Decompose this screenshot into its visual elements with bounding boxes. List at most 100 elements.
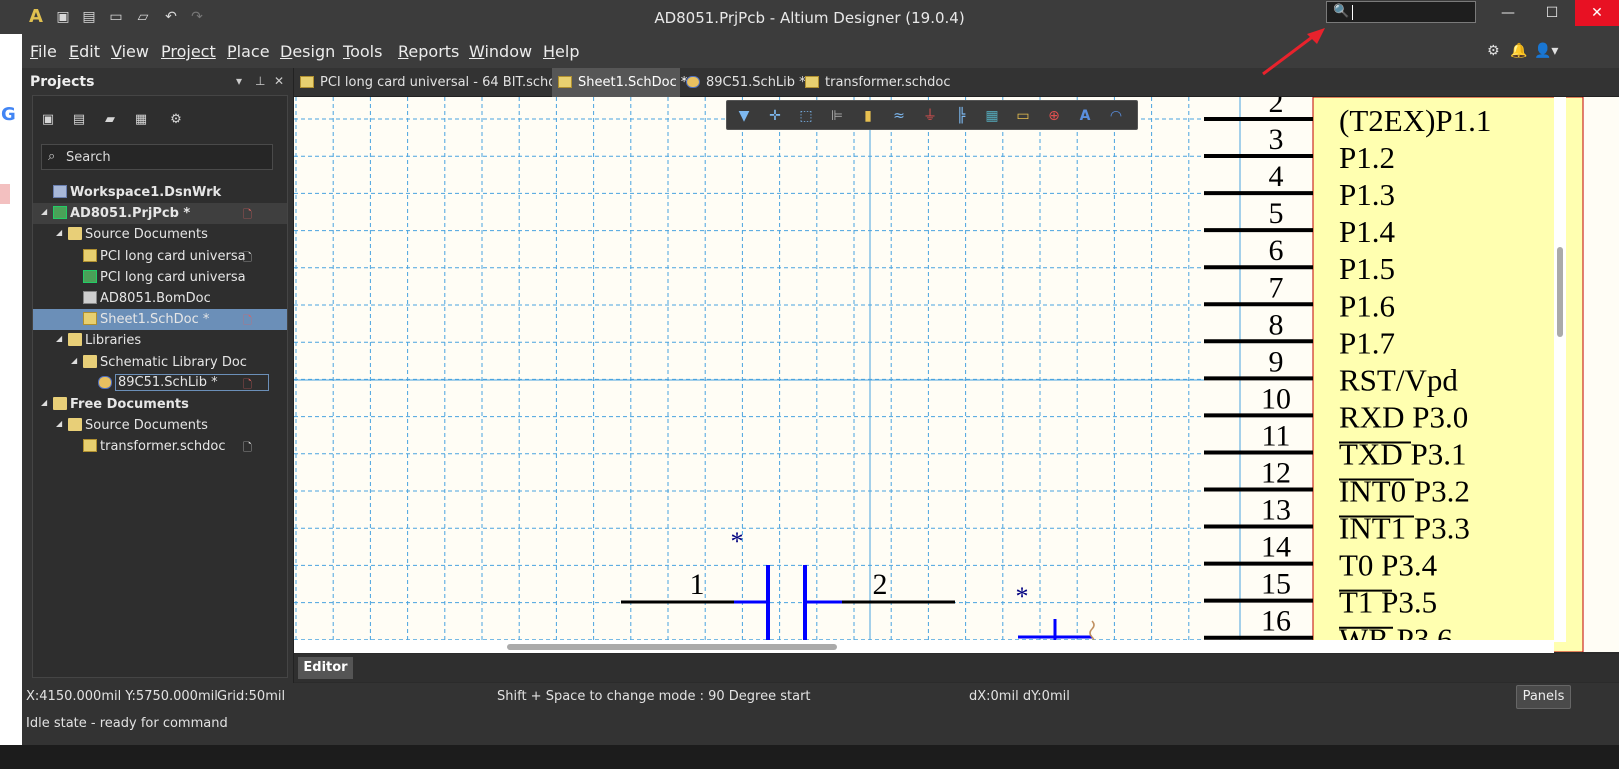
minimize-button[interactable]: — bbox=[1486, 0, 1530, 26]
menu-file[interactable]: File bbox=[30, 42, 57, 61]
pin-number: 4 bbox=[1269, 160, 1284, 193]
expand-arrow-icon[interactable]: ◢ bbox=[56, 419, 62, 428]
pcb-doc-icon bbox=[83, 269, 97, 283]
save-project-icon[interactable]: ▣ bbox=[38, 112, 58, 130]
tree-item[interactable]: ◢ Free Documents bbox=[33, 394, 287, 415]
folder-icon bbox=[68, 333, 82, 347]
pin-name: P1.7 bbox=[1339, 325, 1395, 360]
global-search-input[interactable]: 🔍 bbox=[1326, 1, 1476, 23]
tree-item[interactable]: ◢ Schematic Library Doc bbox=[33, 352, 287, 373]
mode-hint: Shift + Space to change mode : 90 Degree… bbox=[497, 689, 811, 704]
sheet-symbol-icon[interactable]: ▦ bbox=[981, 107, 1003, 125]
document-status-icon: 🗋 bbox=[243, 377, 252, 391]
tab-pci-long-card[interactable]: PCI long card universal - 64 BIT.schdoc bbox=[294, 68, 572, 97]
folder-icon bbox=[68, 227, 82, 241]
project-options-icon[interactable]: ▦ bbox=[131, 112, 151, 130]
tree-item[interactable]: transformer.schdoc 🗋 bbox=[33, 436, 287, 457]
cursor-coordinates: X:4150.000mil Y:5750.000mil bbox=[26, 689, 218, 704]
capacitor-pin2-label: 2 bbox=[873, 568, 888, 601]
tree-item[interactable]: PCI long card universa bbox=[33, 267, 287, 288]
menu-help[interactable]: Help bbox=[543, 42, 579, 61]
pin-number: 3 bbox=[1269, 123, 1284, 156]
tree-item-label: AD8051.BomDoc bbox=[100, 291, 211, 306]
red-arrow-annotation bbox=[1262, 28, 1325, 76]
menu-edit[interactable]: Edit bbox=[69, 42, 100, 61]
tree-item[interactable]: 89C51.SchLib * 🗋 bbox=[33, 373, 287, 394]
tree-item-label: AD8051.PrjPcb * bbox=[70, 206, 191, 222]
text-caret bbox=[1352, 5, 1353, 20]
schematic-canvas[interactable]: 2 3 4 5 6 7 8 9 10 11 12 13 14 15 16 (T2EX)P1.1 P1.2 P1.3… bbox=[294, 97, 1619, 652]
port-icon[interactable]: ▭ bbox=[1012, 107, 1034, 125]
horizontal-scrollbar[interactable] bbox=[294, 640, 1554, 653]
pin-name: (T2EX)P1.1 bbox=[1339, 103, 1491, 138]
power-port-icon[interactable]: ⏚ bbox=[919, 107, 941, 125]
settings-gear-icon[interactable]: ⚙ bbox=[1487, 43, 1500, 59]
wsp-doc-icon bbox=[53, 185, 67, 198]
panel-close-icon[interactable]: ✕ bbox=[274, 74, 284, 88]
vertical-scrollbar[interactable] bbox=[1554, 97, 1566, 642]
document-status-icon: 🗋 bbox=[243, 314, 252, 328]
tree-item[interactable]: ◢ Source Documents bbox=[33, 415, 287, 436]
menu-tools[interactable]: Tools bbox=[343, 42, 382, 61]
tree-item[interactable]: ◢ Source Documents bbox=[33, 224, 287, 245]
active-bar-toolbar: ▼ ✛ ⬚ ⊫ ▮ ≈ ⏚ ╠ ▦ ▭ ⊕ A ◠ bbox=[726, 100, 1138, 130]
horizontal-scroll-thumb[interactable] bbox=[507, 644, 837, 650]
folder-icon bbox=[83, 354, 97, 368]
pin-number: 6 bbox=[1269, 234, 1284, 267]
align-icon[interactable]: ⊫ bbox=[826, 107, 848, 125]
menu-view[interactable]: View bbox=[111, 42, 149, 61]
pin-name: RST/Vpd bbox=[1339, 362, 1458, 397]
schematic-drawing[interactable]: 2345678910111213141516(T2EX)P1.1P1.2P1.3… bbox=[294, 97, 1619, 652]
arc-icon[interactable]: ◠ bbox=[1105, 107, 1127, 125]
menu-place[interactable]: Place bbox=[227, 42, 270, 61]
expand-arrow-icon[interactable]: ◢ bbox=[71, 356, 77, 365]
arrow-shaft bbox=[1262, 30, 1320, 76]
menu-project[interactable]: Project bbox=[161, 42, 216, 61]
expand-arrow-icon[interactable]: ◢ bbox=[41, 398, 47, 407]
panel-menu-icon[interactable]: ▾ bbox=[236, 74, 242, 88]
panel-title: Projects bbox=[30, 74, 95, 90]
pin-number: 10 bbox=[1261, 382, 1291, 415]
panel-settings-gear-icon[interactable]: ⚙ bbox=[166, 112, 186, 130]
panels-button[interactable]: Panels bbox=[1516, 685, 1571, 709]
close-window-button[interactable]: ✕ bbox=[1575, 0, 1619, 26]
expand-arrow-icon[interactable]: ◢ bbox=[56, 228, 62, 237]
expand-arrow-icon[interactable]: ◢ bbox=[56, 334, 62, 343]
select-rectangle-icon[interactable]: ⬚ bbox=[795, 107, 817, 125]
compile-icon[interactable]: ▤ bbox=[69, 112, 89, 130]
editor-tab[interactable]: Editor bbox=[298, 657, 353, 679]
place-part-icon[interactable]: ▮ bbox=[857, 107, 879, 125]
menu-design[interactable]: Design bbox=[280, 42, 335, 61]
pin-name: P1.2 bbox=[1339, 140, 1395, 175]
add-document-icon[interactable]: ▰ bbox=[100, 112, 120, 130]
folder-icon bbox=[68, 418, 82, 432]
maximize-button[interactable]: ☐ bbox=[1530, 0, 1574, 26]
tree-item[interactable]: ◢ Libraries bbox=[33, 330, 287, 351]
harness-icon[interactable]: ╠ bbox=[950, 107, 972, 125]
expand-arrow-icon[interactable]: ◢ bbox=[41, 207, 47, 216]
pin-number: 2 bbox=[1269, 97, 1284, 119]
place-wire-icon[interactable]: ≈ bbox=[888, 107, 910, 125]
panel-pin-icon[interactable]: ⊥ bbox=[255, 74, 265, 88]
tree-item[interactable]: PCI long card universa 🗋 bbox=[33, 246, 287, 267]
sch-doc-icon bbox=[83, 312, 97, 326]
schematic-doc-icon bbox=[805, 76, 819, 88]
notifications-bell-icon[interactable]: 🔔 bbox=[1510, 43, 1527, 59]
move-cross-icon[interactable]: ✛ bbox=[764, 107, 786, 125]
directive-icon[interactable]: ⊕ bbox=[1043, 107, 1065, 125]
menu-reports[interactable]: Reports bbox=[398, 42, 459, 61]
menu-window[interactable]: Window bbox=[469, 42, 532, 61]
tab-transformer[interactable]: transformer.schdoc bbox=[799, 68, 951, 97]
text-string-icon[interactable]: A bbox=[1074, 107, 1096, 125]
tree-item[interactable]: ◢ AD8051.PrjPcb * 🗋 bbox=[33, 203, 287, 225]
tree-item[interactable]: Sheet1.SchDoc * 🗋 bbox=[33, 309, 287, 331]
tab-89c51-schlib[interactable]: 89C51.SchLib * bbox=[680, 68, 806, 97]
project-search-input[interactable]: ⌕ Search bbox=[41, 144, 273, 170]
tree-item[interactable]: Workspace1.DsnWrk bbox=[33, 182, 287, 203]
tree-item[interactable]: AD8051.BomDoc bbox=[33, 288, 287, 309]
filter-icon[interactable]: ▼ bbox=[733, 107, 755, 125]
pin-number: 8 bbox=[1269, 308, 1284, 341]
tab-sheet1[interactable]: Sheet1.SchDoc * bbox=[552, 68, 687, 97]
user-account-icon[interactable]: 👤▾ bbox=[1534, 43, 1558, 59]
vertical-scroll-thumb[interactable] bbox=[1557, 247, 1563, 337]
